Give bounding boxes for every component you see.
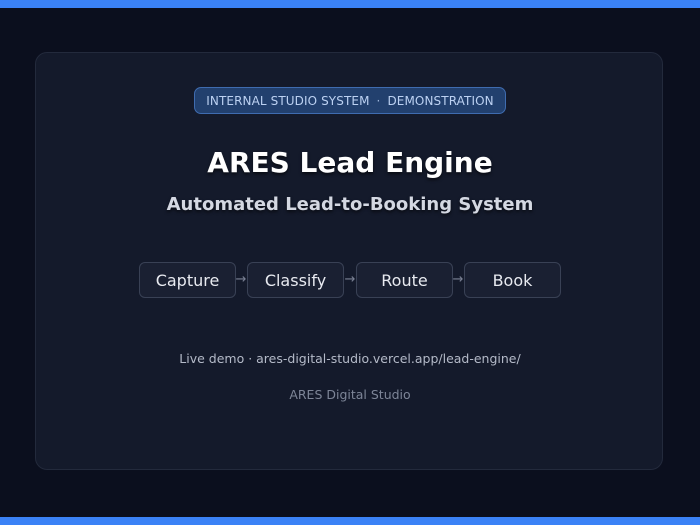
bottom-accent-bar — [0, 517, 700, 525]
slide-card — [35, 52, 663, 470]
flow-arrow-icon: → — [452, 272, 464, 287]
flow-step-book: Book — [464, 262, 561, 298]
flow-step-capture: Capture — [139, 262, 236, 298]
page-subtitle: Automated Lead-to-Booking System — [166, 194, 534, 215]
badge-label-demo: DEMONSTRATION — [387, 93, 494, 108]
page-title: ARES Lead Engine — [207, 146, 493, 179]
flow-step-classify: Classify — [247, 262, 344, 298]
flow-arrow-icon: → — [344, 272, 356, 287]
top-accent-bar — [0, 0, 700, 8]
badge-label-system: INTERNAL STUDIO SYSTEM — [206, 93, 370, 108]
flow-arrow-icon: → — [235, 272, 247, 287]
live-demo-link[interactable]: Live demo · ares-digital-studio.vercel.a… — [0, 351, 700, 366]
studio-footer: ARES Digital Studio — [289, 387, 411, 402]
status-badge: INTERNAL STUDIO SYSTEM · DEMONSTRATION — [194, 87, 506, 114]
flow-step-route: Route — [356, 262, 453, 298]
badge-separator: · — [376, 93, 381, 108]
